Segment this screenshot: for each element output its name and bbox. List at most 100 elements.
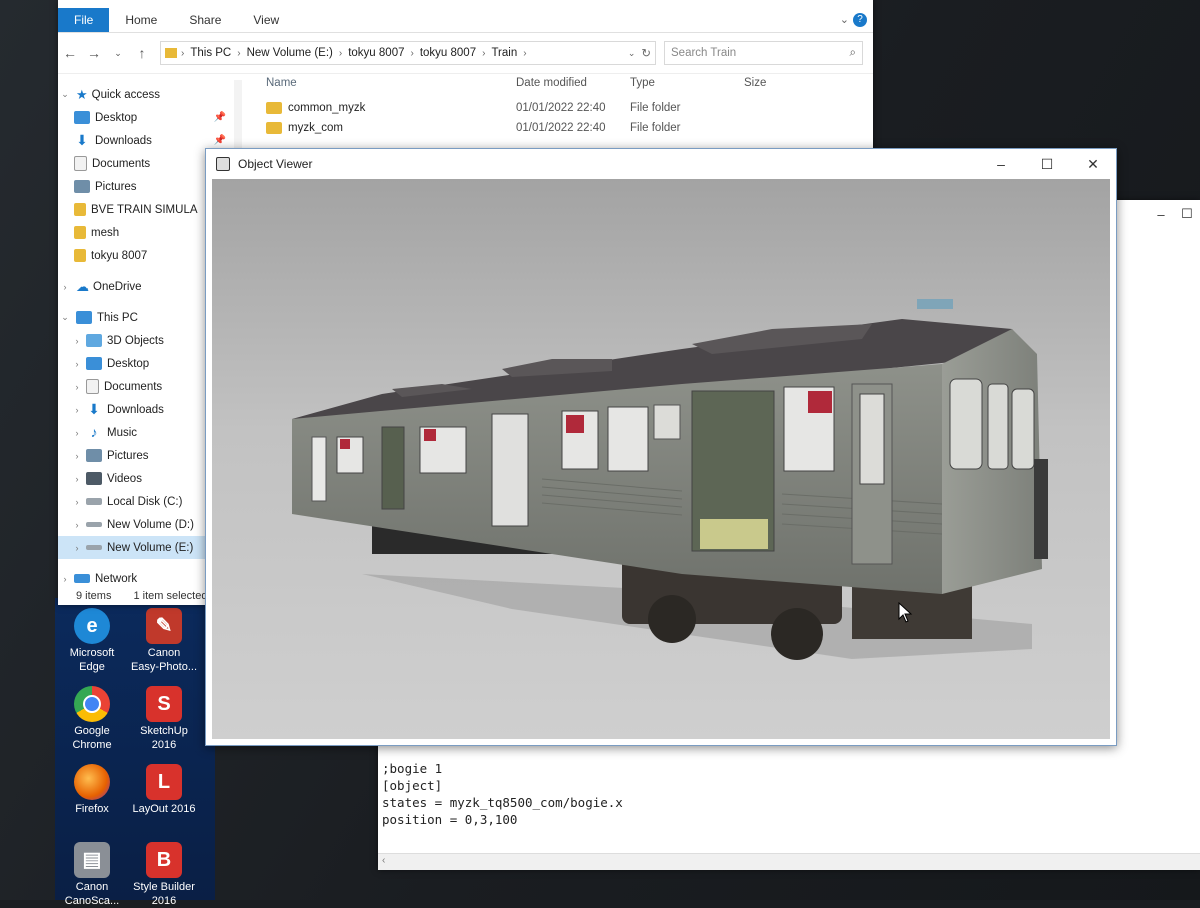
file-row[interactable]: myzk_com 01/01/2022 22:40 File folder [258,118,873,138]
firefox-icon [74,764,110,800]
desktop-icon-label: Microsoft [69,647,115,659]
minimize-button[interactable]: – [978,156,1024,172]
desktop-icon-microsoft-edge[interactable]: e Microsoft Edge [56,608,128,674]
tab-share[interactable]: Share [173,8,237,32]
window-sticker [566,415,584,433]
nav-label: New Volume (D:) [107,518,194,531]
end-door-window [987,383,1009,470]
nav-label: Downloads [95,134,152,147]
door-floor [700,519,768,549]
nav-label: Music [107,426,138,439]
desktop-icon-sketchup[interactable]: S SketchUp 2016 [128,686,200,752]
sketchup-icon: S [146,686,182,722]
nav-label: Documents [92,157,151,170]
nav-label: This PC [97,311,138,324]
file-type: File folder [630,102,681,114]
breadcrumb-new-volume-e[interactable]: New Volume (E:) [241,47,339,59]
tab-file[interactable]: File [58,8,110,32]
canon-scan-icon: ▤ [74,842,110,878]
tab-home[interactable]: Home [109,8,173,32]
nav-label: Pictures [95,180,137,193]
desktop-icon-label: Style Builder [133,881,195,893]
breadcrumb-tokyu-8007-sub[interactable]: tokyu 8007 [414,47,482,59]
recent-locations-icon[interactable]: ⌄ [106,48,130,59]
desktop-icon-label: Google [74,725,110,737]
desktop-icon-label: Edge [79,661,105,673]
desktop-icon-label: Chrome [72,739,112,751]
desktop-icon-firefox[interactable]: Firefox [56,764,128,816]
help-icon[interactable]: ? [853,13,867,27]
nav-label: Local Disk (C:) [107,495,183,508]
3d-viewport[interactable] [212,179,1110,739]
column-header-size[interactable]: Size [744,77,824,89]
chevron-right-icon: › [75,427,79,438]
nav-label: Quick access [91,88,161,101]
file-row[interactable]: common_myzk 01/01/2022 22:40 File folder [258,98,873,118]
folder-icon [74,249,86,262]
desktop-icon-canon-easy-photo[interactable]: ✎ Canon Easy-Photo... [128,608,200,674]
address-row: ← → ⌄ ↑ › This PC › New Volume (E:) › toky… [58,33,873,74]
up-arrow-icon[interactable]: ↑ [130,45,154,61]
desktop-icon-canon-canoscan[interactable]: ▤ Canon CanoSca... [56,842,128,908]
end-window-right [1011,388,1035,470]
breadcrumb-tokyu-8007[interactable]: tokyu 8007 [342,47,410,59]
side-door [311,436,327,502]
object-viewer-titlebar[interactable]: Object Viewer – ☐ ✕ [206,149,1116,179]
nav-label: Downloads [107,403,164,416]
3d-objects-icon [86,334,102,347]
star-icon: ★ [76,86,88,102]
nav-label: Pictures [107,449,149,462]
column-header-type[interactable]: Type [630,77,744,89]
drive-icon [86,545,102,550]
nav-label: tokyu 8007 [91,249,148,262]
edge-icon: e [74,608,110,644]
selection-count: 1 item selected [133,590,208,602]
chevron-down-icon: ⌄ [61,89,69,99]
file-list-header: Name Date modified Type Size [258,72,873,94]
desktop-icon-label: LayOut 2016 [132,803,196,815]
pictures-icon [74,180,90,193]
breadcrumb-train[interactable]: Train [485,47,523,59]
desktop-icon-label: SketchUp [140,725,188,737]
chevron-right-icon: › [75,473,79,484]
desktop-icon-label: Easy-Photo... [130,661,198,673]
desktop-icon-google-chrome[interactable]: Google Chrome [56,686,128,752]
desktop-icon-style-builder[interactable]: B Style Builder 2016 [128,842,200,908]
column-header-name[interactable]: Name [258,77,516,89]
search-input[interactable]: Search Train ⌕ [664,41,863,65]
maximize-button[interactable]: ☐ [1024,156,1070,173]
text-line: ;bogie 1 [382,761,443,776]
side-window [607,406,649,472]
maximize-icon[interactable]: ☐ [1174,206,1200,222]
nav-label: New Volume (E:) [107,541,194,554]
scroll-left-icon[interactable]: ‹ [382,855,385,866]
forward-arrow-icon[interactable]: → [82,45,106,61]
close-button[interactable]: ✕ [1070,156,1116,173]
horizontal-scrollbar[interactable]: ‹ [378,853,1200,870]
window-sticker [808,391,832,413]
back-arrow-icon[interactable]: ← [58,45,82,61]
wheel [771,608,823,660]
refresh-icon[interactable]: ↻ [641,46,651,60]
pictures-icon [86,449,102,462]
drive-icon [86,522,102,527]
notepad-text-area[interactable]: ;bogie 1 [object] states = myzk_tq8500_c… [382,760,623,828]
nav-quick-access[interactable]: ⌄ ★ Quick access [58,83,240,106]
address-dropdown-icon[interactable]: ⌄ [628,48,636,59]
file-date: 01/01/2022 22:40 [516,122,606,134]
column-header-date[interactable]: Date modified [516,77,630,89]
nav-quick-desktop[interactable]: Desktop 📌 [58,106,240,129]
desktop-icon-layout-2016[interactable]: L LayOut 2016 [128,764,200,816]
address-bar[interactable]: › This PC › New Volume (E:) › tokyu 8007 › … [160,41,656,65]
document-icon [86,379,99,394]
minimize-icon[interactable]: – [1148,207,1174,222]
breadcrumb-this-pc[interactable]: This PC [184,47,237,59]
chevron-down-icon[interactable]: ⌄ [840,13,849,26]
folder-icon [266,122,282,134]
folder-icon [74,226,86,239]
file-date: 01/01/2022 22:40 [516,102,606,114]
network-icon [74,574,90,583]
window-sticker [424,429,436,441]
tab-view[interactable]: View [237,8,295,32]
search-placeholder: Search Train [671,47,737,59]
